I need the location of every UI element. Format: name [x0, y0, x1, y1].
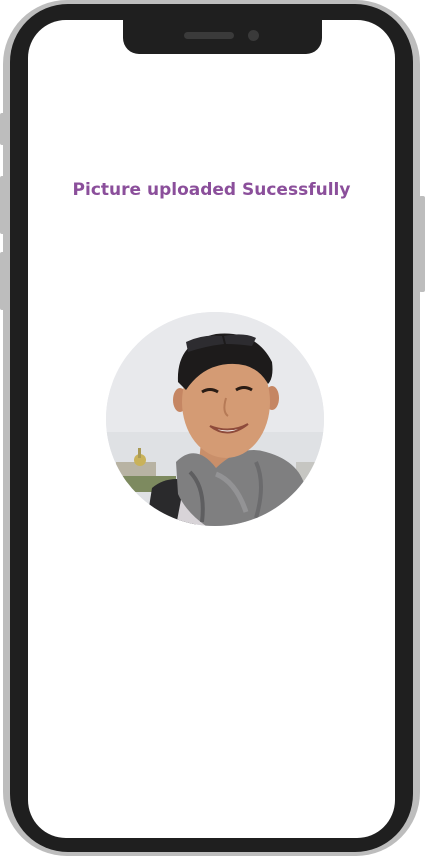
phone-screen: Picture uploaded Sucessfully [28, 20, 395, 838]
profile-photo[interactable] [106, 312, 324, 526]
phone-body: Picture uploaded Sucessfully [10, 4, 413, 852]
camera-icon [248, 30, 259, 41]
device-mockup: Picture uploaded Sucessfully [0, 0, 425, 856]
notch [123, 20, 322, 54]
upload-success-message: Picture uploaded Sucessfully [72, 180, 351, 200]
phone-frame: Picture uploaded Sucessfully [3, 0, 420, 856]
speaker-icon [184, 32, 234, 39]
